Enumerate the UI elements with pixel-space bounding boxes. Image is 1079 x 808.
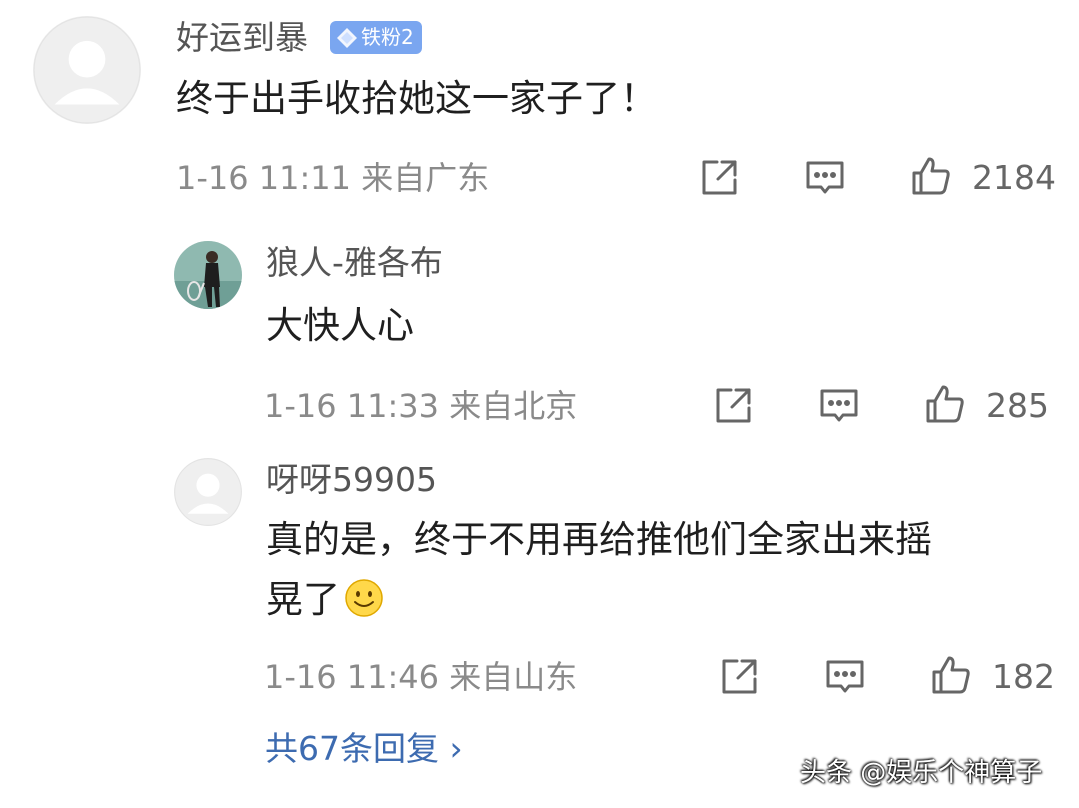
comment-meta: 1-16 11:46 来自山东 [264,658,578,696]
badge-label: 铁粉2 [361,25,414,49]
like-icon[interactable] [930,654,972,696]
share-icon[interactable] [712,385,754,427]
comment-content: 终于出手收拾她这一家子了！ [176,77,657,120]
comment-meta: 1-16 11:11 来自广东 [176,159,490,197]
comment-content: 大快人心 [266,304,414,347]
username[interactable]: 狼人-雅各布 [266,243,443,283]
default-avatar-icon [33,16,141,124]
default-avatar-icon [174,458,242,526]
avatar[interactable] [174,241,242,309]
reply-icon[interactable] [804,157,846,199]
share-icon[interactable] [718,656,760,698]
fan-badge: 铁粉2 [330,21,422,54]
like-icon[interactable] [924,383,966,425]
diamond-icon [335,26,359,50]
comment-content: 真的是，终于不用再给推他们全家出来摇 [266,518,932,561]
comment-meta: 1-16 11:33 来自北京 [264,387,578,425]
avatar[interactable] [33,16,141,124]
comment-text: 晃了 [266,578,340,621]
share-icon[interactable] [698,157,740,199]
like-count: 182 [992,657,1055,696]
tennis-player-avatar [174,241,242,309]
watermark: 头条 @娱乐个神算子 [800,758,1043,788]
reply-icon[interactable] [818,385,860,427]
avatar[interactable] [174,458,242,526]
like-count: 2184 [972,158,1056,197]
more-replies-link[interactable]: 共67条回复 › [265,727,463,771]
reply-icon[interactable] [824,656,866,698]
username[interactable]: 好运到暴 [176,18,308,58]
comment-content-line2: 晃了 [266,575,384,625]
smile-emoji-icon [344,578,384,618]
like-count: 285 [986,386,1049,425]
username[interactable]: 呀呀59905 [266,460,437,500]
like-icon[interactable] [910,155,952,197]
